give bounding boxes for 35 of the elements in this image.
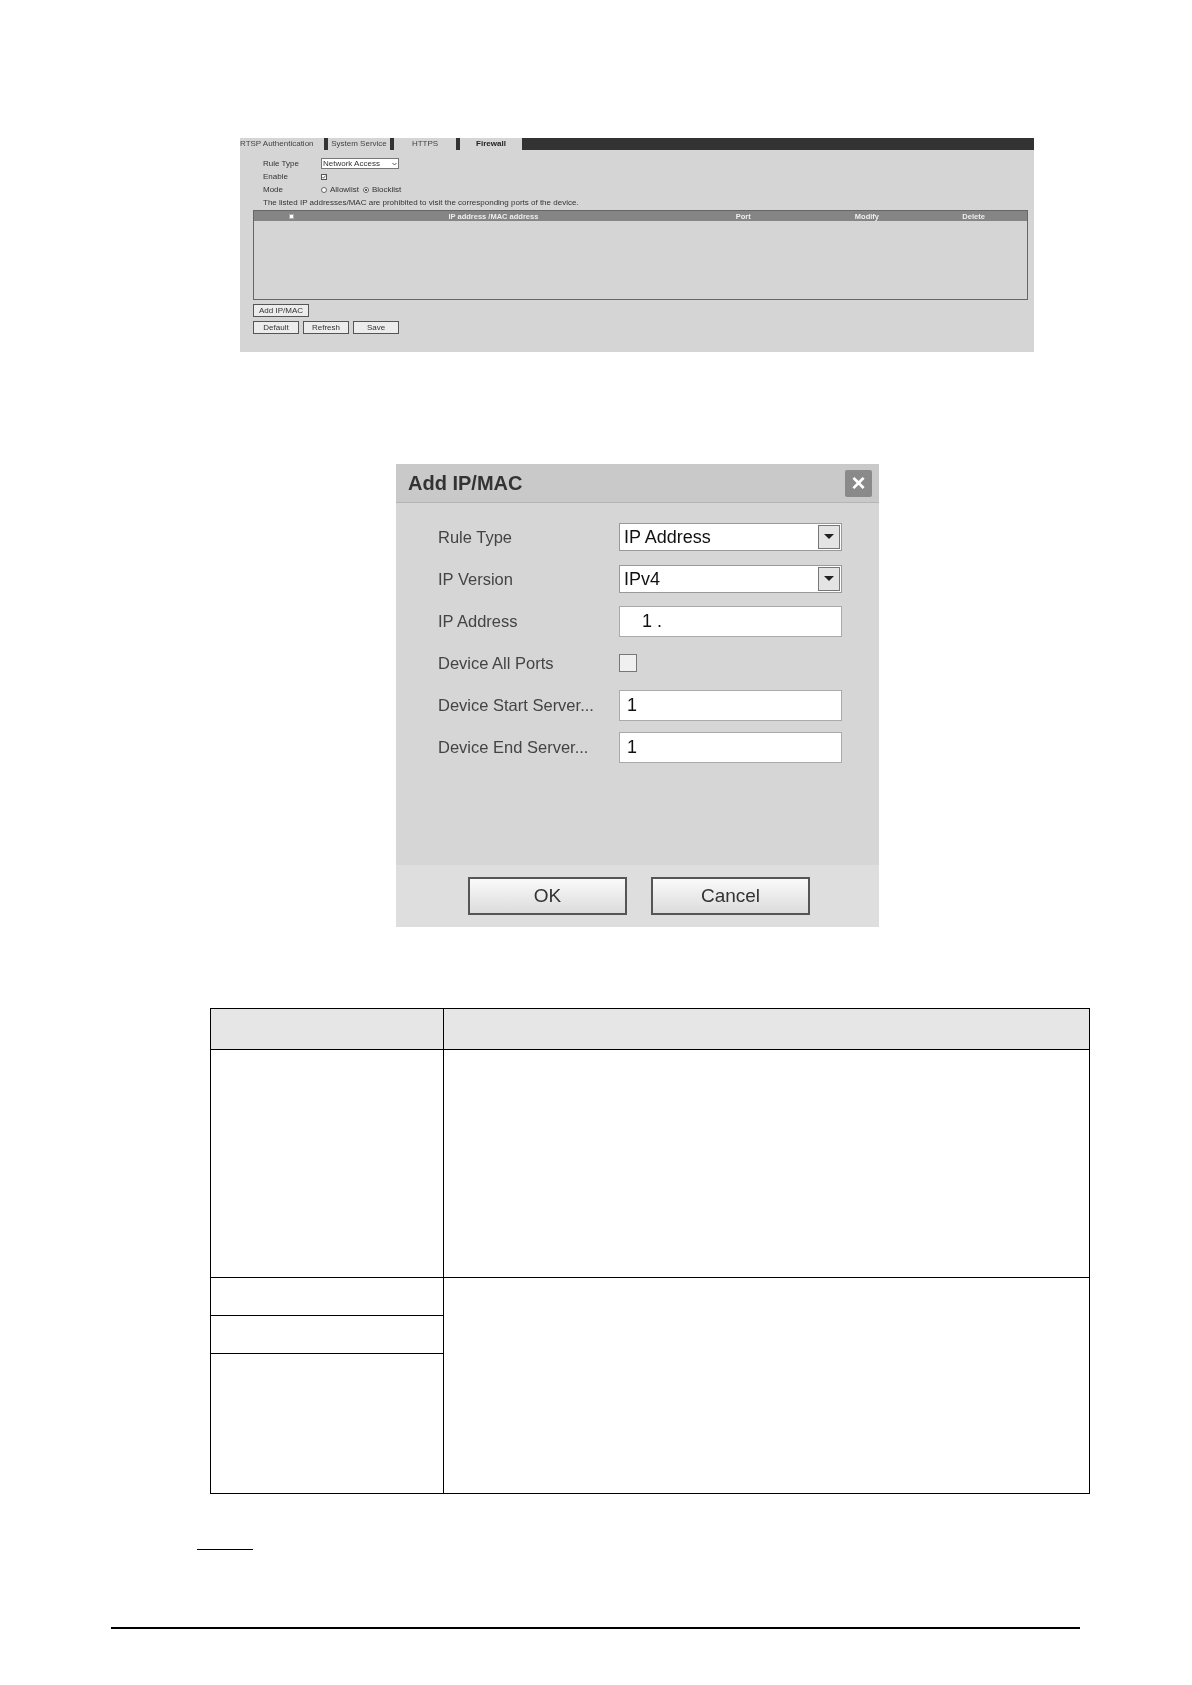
chevron-down-icon (392, 161, 397, 166)
dialog-button[interactable]: OK (468, 877, 627, 915)
checkbox[interactable] (619, 654, 637, 672)
radio-label: Blocklist (371, 183, 402, 196)
rule-type-select[interactable]: Network Access (321, 158, 399, 169)
field-label: IP Version (438, 568, 514, 590)
action-button[interactable]: Default (253, 321, 299, 334)
select-all-checkbox[interactable] (289, 213, 294, 219)
action-button[interactable]: Save (353, 321, 399, 334)
radio-label: Allowlist (330, 183, 359, 196)
radio-button[interactable] (362, 186, 369, 193)
field-label: Rule Type (263, 157, 300, 170)
tab[interactable]: System Service (328, 138, 390, 150)
field-label: Enable (263, 170, 289, 183)
tab[interactable]: RTSP Authentication (240, 138, 324, 150)
add-ip-mac-button[interactable]: Add IP/MAC (253, 304, 309, 317)
field-label: Device End Server... (438, 736, 590, 758)
enable-checkbox[interactable] (321, 173, 327, 180)
dialog-title: Add IP/MAC (408, 471, 523, 496)
ip-address-input[interactable]: 1 . (619, 605, 842, 637)
tab[interactable]: HTTPS (394, 138, 456, 150)
dropdown-field[interactable]: IP Address (619, 523, 842, 551)
radio-button[interactable] (321, 186, 327, 193)
dropdown-field[interactable]: IPv4 (619, 565, 842, 593)
field-label: Device Start Server... (438, 694, 595, 716)
field-label: Mode (263, 183, 284, 196)
field-label: Rule Type (438, 526, 513, 548)
action-button[interactable]: Refresh (303, 321, 349, 334)
field-label: Device All Ports (438, 652, 555, 674)
text-field[interactable]: 1 (619, 731, 842, 763)
dialog-button[interactable]: Cancel (651, 877, 810, 915)
notice-text: The listed IP addresses/MAC are prohibited to visit the corresponding ports of the device. (262, 198, 580, 208)
field-label: IP Address (438, 610, 519, 632)
tab[interactable]: Firewall (460, 138, 522, 150)
text-field[interactable]: 1 (619, 689, 842, 721)
